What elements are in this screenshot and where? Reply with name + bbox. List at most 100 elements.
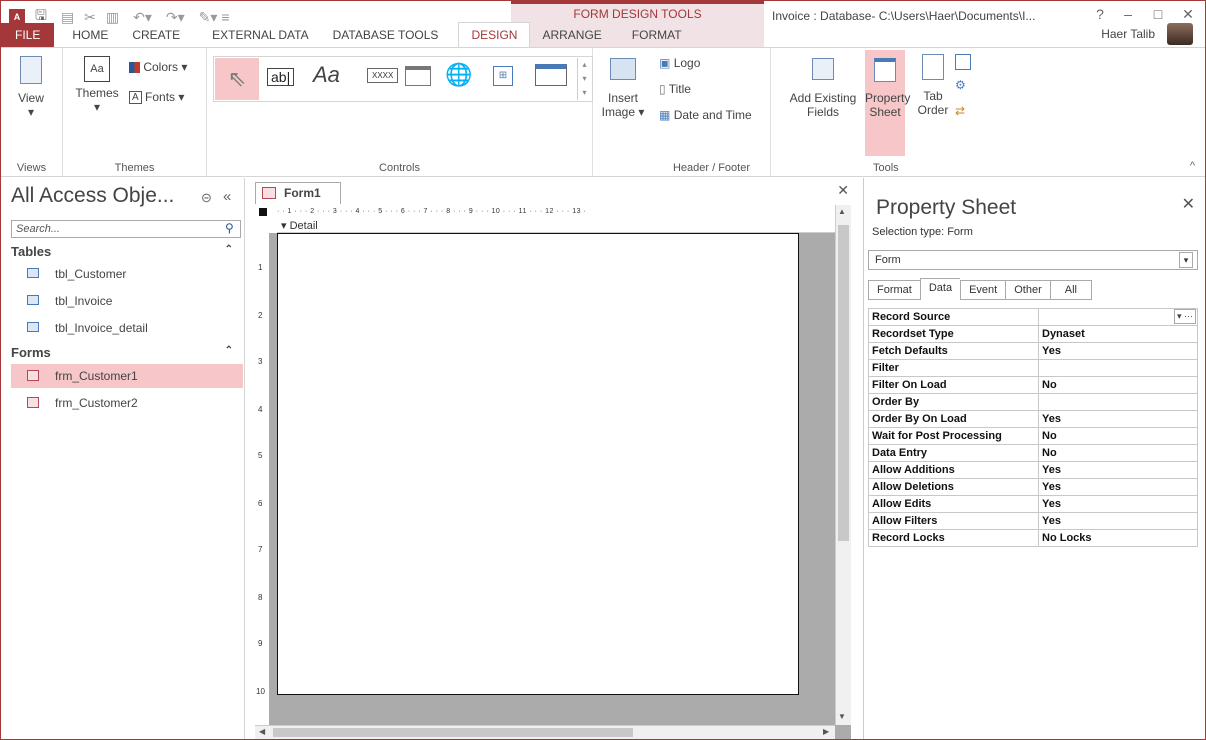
nav-title[interactable]: All Access Obje... [11, 184, 174, 208]
convert-macros-icon[interactable]: ⇄ [955, 104, 971, 120]
insert-image-button[interactable]: Insert Image ▾ [597, 58, 649, 119]
tab-home[interactable]: HOME [60, 23, 120, 47]
avatar[interactable] [1167, 23, 1193, 45]
nav-item-table[interactable]: tbl_Customer [11, 262, 243, 286]
vertical-scrollbar[interactable]: ▲ ▼ [835, 205, 851, 725]
property-row[interactable]: Data Entry No [868, 444, 1198, 462]
scroll-up-icon: ▲ [838, 207, 846, 216]
tab-arrange[interactable]: ARRANGE [530, 23, 613, 47]
tab-other-props[interactable]: Other [1005, 280, 1050, 300]
colors-button[interactable]: Colors ▾ [129, 60, 187, 74]
property-value[interactable]: No [1038, 376, 1198, 394]
property-value[interactable]: Yes [1038, 342, 1198, 360]
property-value[interactable]: No [1038, 427, 1198, 445]
property-name: Filter [868, 359, 1039, 377]
form-selector[interactable] [255, 205, 277, 233]
property-row[interactable]: Record Locks No Locks [868, 529, 1198, 547]
vertical-ruler[interactable]: 1 2 3 4 5 6 7 8 9 10 11 [255, 233, 269, 739]
property-row[interactable]: Record Source [868, 308, 1198, 326]
group-tools: Add Existing Fields Property Sheet Tab O… [771, 48, 1205, 176]
property-row[interactable]: Fetch Defaults Yes [868, 342, 1198, 360]
collapse-ribbon-icon[interactable]: ^ [1190, 160, 1195, 172]
tab-format-props[interactable]: Format [868, 280, 920, 300]
view-button[interactable]: View ▾ [7, 56, 55, 119]
group-views: View ▾ Views [1, 48, 63, 176]
property-value[interactable]: Yes [1038, 410, 1198, 428]
property-value[interactable]: Yes [1038, 478, 1198, 496]
horizontal-ruler[interactable]: · · 1 · · · 2 · · · 3 · · · 4 · · · 5 · … [277, 205, 841, 219]
title-button[interactable]: ▯ Title [659, 82, 691, 96]
themes-button[interactable]: Aa Themes ▾ [71, 56, 123, 114]
tab-control-icon[interactable] [405, 66, 431, 86]
close-property-sheet-icon[interactable]: ✕ [1182, 194, 1195, 214]
property-row[interactable]: Filter On Load No [868, 376, 1198, 394]
add-existing-fields-button[interactable]: Add Existing Fields [785, 58, 861, 119]
nav-item-form[interactable]: frm_Customer2 [11, 391, 243, 415]
tab-design[interactable]: DESIGN [458, 22, 531, 47]
detail-section-bar[interactable]: ▾ Detail [277, 219, 841, 233]
tab-create[interactable]: CREATE [120, 23, 192, 47]
tab-database-tools[interactable]: DATABASE TOOLS [321, 23, 451, 47]
property-name: Filter On Load [868, 376, 1039, 394]
tab-external-data[interactable]: EXTERNAL DATA [200, 23, 320, 47]
nav-search-input[interactable]: Search... [11, 220, 241, 238]
property-row[interactable]: Recordset Type Dynaset [868, 325, 1198, 343]
property-row[interactable]: Allow Deletions Yes [868, 478, 1198, 496]
navigation-control-icon[interactable] [535, 64, 567, 86]
gallery-scroll[interactable]: ▴ ▾ ▾ [577, 58, 591, 100]
property-value[interactable] [1038, 359, 1198, 377]
label-control[interactable]: Aa [313, 62, 340, 88]
property-value[interactable]: No [1038, 444, 1198, 462]
nav-item-form-selected[interactable]: frm_Customer1 [11, 364, 243, 388]
user-name[interactable]: Haer Talib [1101, 27, 1155, 41]
property-row[interactable]: Allow Filters Yes [868, 512, 1198, 530]
property-row[interactable]: Allow Additions Yes [868, 461, 1198, 479]
nav-item-table[interactable]: tbl_Invoice_detail [11, 316, 243, 340]
property-value[interactable]: Yes [1038, 495, 1198, 513]
property-row[interactable]: Allow Edits Yes [868, 495, 1198, 513]
textbox-control[interactable]: ab| [267, 68, 295, 86]
logo-button[interactable]: ▣ Logo [659, 56, 700, 70]
property-value[interactable] [1038, 393, 1198, 411]
code-icon[interactable]: ⚙ [955, 78, 971, 94]
tab-file[interactable]: FILE [1, 23, 55, 47]
button-control[interactable]: XXXX [367, 68, 399, 83]
help-button[interactable]: ? [1087, 4, 1113, 24]
tables-header[interactable]: Tables ⌃ [11, 244, 239, 259]
forms-header[interactable]: Forms ⌃ [11, 345, 239, 360]
property-row[interactable]: Order By [868, 393, 1198, 411]
property-row[interactable]: Wait for Post Processing No [868, 427, 1198, 445]
close-document-icon[interactable]: ✕ [837, 182, 849, 199]
property-value[interactable]: Yes [1038, 461, 1198, 479]
close-icon[interactable]: ✕ [1175, 4, 1201, 24]
property-value[interactable]: No Locks [1038, 529, 1198, 547]
record-source-builder-icon[interactable]: ▾ ··· [1174, 309, 1196, 324]
nav-item-table[interactable]: tbl_Invoice [11, 289, 243, 313]
add-fields-icon [812, 58, 834, 80]
selection-combo[interactable]: Form ▾ [868, 250, 1198, 270]
search-icon[interactable]: ⚲ [225, 221, 234, 235]
tab-format[interactable]: FORMAT [620, 23, 694, 47]
hyperlink-icon[interactable]: 🌐 [445, 62, 472, 88]
restore-icon[interactable]: □ [1145, 4, 1171, 24]
minimize-icon[interactable]: – [1115, 4, 1141, 24]
tab-data-props[interactable]: Data [919, 278, 961, 300]
tab-event-props[interactable]: Event [960, 280, 1006, 300]
property-row[interactable]: Filter [868, 359, 1198, 377]
nav-menu-chevron-icon[interactable]: ⊝ [201, 190, 212, 206]
property-sheet-button[interactable]: Property Sheet [865, 50, 910, 156]
web-browser-icon[interactable]: ⊞ [493, 66, 513, 86]
tab-order-button[interactable]: Tab Order [913, 54, 953, 117]
tab-all-props[interactable]: All [1049, 280, 1092, 300]
shutter-bar-icon[interactable]: « [223, 188, 231, 205]
property-value[interactable]: Yes [1038, 512, 1198, 530]
date-time-button[interactable]: ▦ Date and Time [659, 108, 752, 122]
subform-icon[interactable] [955, 54, 971, 70]
property-value[interactable]: Dynaset [1038, 325, 1198, 343]
horizontal-scrollbar[interactable]: ◀ ▶ [255, 725, 835, 739]
fonts-button[interactable]: A Fonts ▾ [129, 90, 184, 105]
form-detail-area[interactable] [277, 233, 799, 695]
property-row[interactable]: Order By On Load Yes [868, 410, 1198, 428]
document-tab[interactable]: Form1 [255, 182, 341, 204]
select-pointer-icon[interactable]: ⇖ [215, 58, 259, 100]
